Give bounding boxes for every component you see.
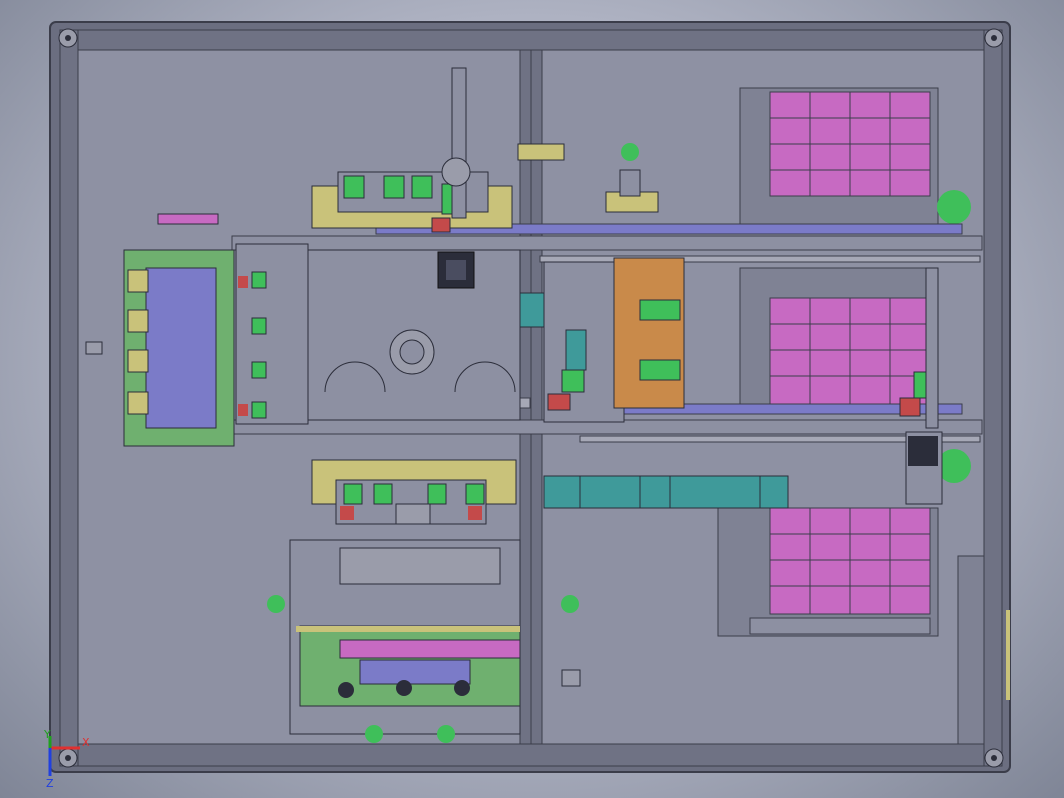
triad-z-label: Z bbox=[46, 777, 54, 790]
triad-x-label: X bbox=[82, 736, 90, 749]
center-turntable[interactable] bbox=[307, 249, 521, 421]
cad-assembly-viewport[interactable]: X Y Z bbox=[0, 0, 1064, 798]
tray-stack-middle[interactable] bbox=[739, 267, 939, 409]
corner-bolt-icon bbox=[984, 28, 1004, 48]
corner-bolt-icon bbox=[58, 28, 78, 48]
bottom-feeder-module[interactable] bbox=[289, 539, 521, 735]
corner-bolt-icon bbox=[984, 748, 1004, 768]
tray-stack-top[interactable] bbox=[739, 87, 971, 225]
conveyor-lower[interactable] bbox=[543, 475, 789, 509]
triad-y-label: Y bbox=[43, 728, 51, 741]
corner-bolt-icon bbox=[58, 748, 78, 768]
bottom-gripper-module[interactable] bbox=[311, 459, 517, 525]
